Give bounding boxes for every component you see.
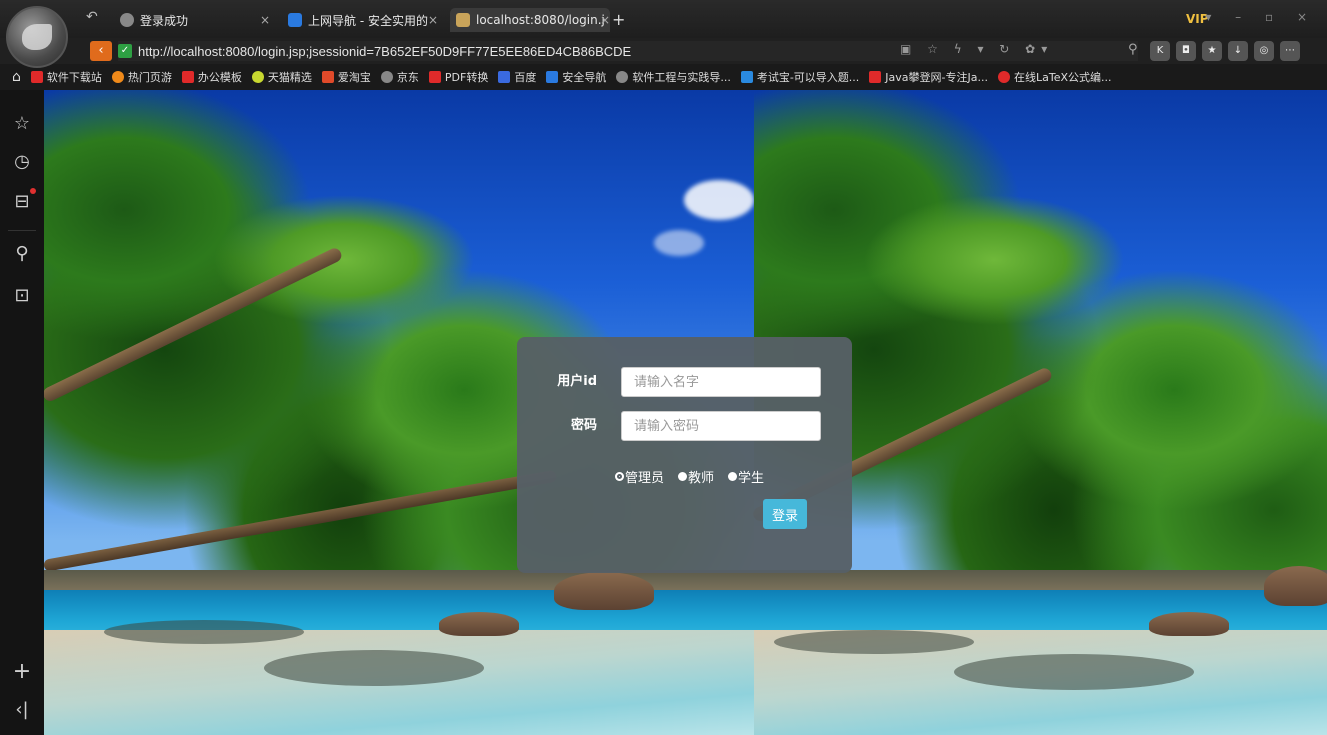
sidebar-divider [8, 230, 36, 231]
secure-check-icon: ✓ [118, 44, 132, 58]
tab-localhost-login[interactable]: localhost:8080/login.j × [450, 8, 610, 32]
lock-icon[interactable]: ◘ [1176, 41, 1196, 61]
bookmarks-bar: ⌂ 软件下载站 热门页游 办公模板 天猫精选 爱淘宝 京东 PDF转换 百度 安… [0, 64, 1327, 90]
close-icon[interactable]: × [428, 13, 438, 27]
tab-label: localhost:8080/login.j [476, 13, 605, 27]
bookmark-item[interactable]: PDF转换 [428, 69, 488, 85]
bookmark-item[interactable]: 京东 [380, 69, 419, 85]
role-student-radio[interactable]: 学生 [728, 467, 764, 486]
more-icon[interactable]: ⋯ [1280, 41, 1300, 61]
favorites-icon[interactable]: ★ [1202, 41, 1222, 61]
undo-close-tab-icon[interactable]: ↶ [86, 9, 98, 25]
extension-icon[interactable]: K [1150, 41, 1170, 61]
url-text: http://localhost:8080/login.jsp;jsession… [138, 43, 632, 59]
bookmark-icon [30, 71, 43, 83]
new-tab-button[interactable]: + [612, 10, 625, 29]
bookmark-item[interactable]: 百度 [498, 69, 536, 85]
globe-icon [120, 13, 134, 27]
tab-navigation[interactable]: 上网导航 - 安全实用的 × [288, 8, 438, 32]
tab-label: 登录成功 [140, 13, 189, 28]
bookmark-icon [251, 71, 264, 83]
toolbox-icon[interactable]: ⊟ [10, 188, 36, 214]
userid-label: 用户id [557, 374, 597, 389]
notification-dot [30, 188, 36, 194]
bookmark-item[interactable]: 考试宝-可以导入题... [740, 69, 859, 85]
bookmark-item[interactable]: 软件下载站 [30, 69, 102, 85]
browser-tab-bar: ↶ 登录成功 × 上网导航 - 安全实用的 × localhost:8080/l… [0, 0, 1327, 38]
password-row: 密码 [517, 411, 852, 441]
bookmark-item[interactable]: Java攀登网-专注Ja... [869, 69, 988, 85]
bookmark-icon [869, 71, 882, 83]
bookmark-icon [740, 71, 753, 83]
bookmark-item[interactable]: 安全导航 [546, 69, 606, 85]
bookmark-item[interactable]: 软件工程与实践导... [616, 69, 731, 85]
search-icon[interactable]: ⚲ [1128, 42, 1138, 57]
address-tools[interactable]: ▣ ☆ ϟ ▾ ↻ ✿▾ [900, 42, 1053, 56]
password-input[interactable] [621, 411, 821, 441]
bookmark-icon [997, 71, 1010, 83]
userid-input[interactable] [621, 367, 821, 397]
close-icon[interactable]: × [260, 13, 270, 27]
download-icon[interactable]: ↓ [1228, 41, 1248, 61]
radio-icon [728, 472, 738, 481]
add-icon[interactable]: + [10, 660, 34, 684]
browser-sidebar: ☆ ◷ ⊟ ⚲ ⊡ + ‹| [0, 90, 44, 735]
home-icon[interactable]: ⌂ [12, 69, 21, 85]
game-icon[interactable]: ◎ [1254, 41, 1274, 61]
shield-nav-icon [288, 13, 302, 27]
bookmark-icon [111, 71, 124, 83]
history-icon[interactable]: ◷ [10, 150, 34, 174]
bookmark-icon [181, 71, 194, 83]
bookmark-item[interactable]: 热门页游 [111, 69, 172, 85]
bookmark-item[interactable]: 在线LaTeX公式编... [997, 69, 1112, 85]
radio-checked-icon [615, 472, 624, 481]
login-button[interactable]: 登录 [763, 499, 807, 529]
userid-row: 用户id [517, 367, 852, 397]
address-bar: ‹ ✓ http://localhost:8080/login.jsp;jses… [0, 38, 1327, 64]
login-form: 用户id 密码 管理员 教师 学生 登录 [517, 337, 852, 573]
bookmark-item[interactable]: 天猫精选 [251, 69, 312, 85]
page-icon [456, 13, 470, 27]
bookmark-icon [546, 71, 559, 83]
close-icon[interactable]: × [600, 13, 610, 27]
role-radio-group: 管理员 教师 学生 [615, 467, 764, 486]
bookmark-icon [498, 71, 511, 83]
star-icon[interactable]: ☆ [10, 112, 34, 136]
bookmark-icon [428, 71, 441, 83]
bookmark-icon [380, 71, 393, 83]
password-label: 密码 [570, 418, 597, 433]
search-icon[interactable]: ⚲ [10, 242, 34, 266]
collapse-icon[interactable]: ‹| [10, 698, 34, 722]
role-admin-radio[interactable]: 管理员 [615, 467, 664, 486]
window-controls[interactable]: ▾ – ▫ × [1205, 10, 1317, 24]
tab-login-success[interactable]: 登录成功 × [120, 8, 270, 32]
bookmark-icon [616, 71, 629, 83]
bookmark-icon [321, 71, 334, 83]
radio-icon [678, 472, 688, 481]
toolbar-buttons: K ◘ ★ ↓ ◎ ⋯ [1150, 41, 1300, 61]
role-teacher-radio[interactable]: 教师 [678, 467, 714, 486]
bookmark-item[interactable]: 办公模板 [181, 69, 242, 85]
game-icon[interactable]: ⊡ [10, 284, 34, 308]
tab-label: 上网导航 - 安全实用的 [308, 13, 428, 28]
browser-logo-icon[interactable] [6, 6, 68, 68]
back-button[interactable]: ‹ [90, 41, 112, 61]
bookmark-item[interactable]: 爱淘宝 [321, 69, 371, 85]
